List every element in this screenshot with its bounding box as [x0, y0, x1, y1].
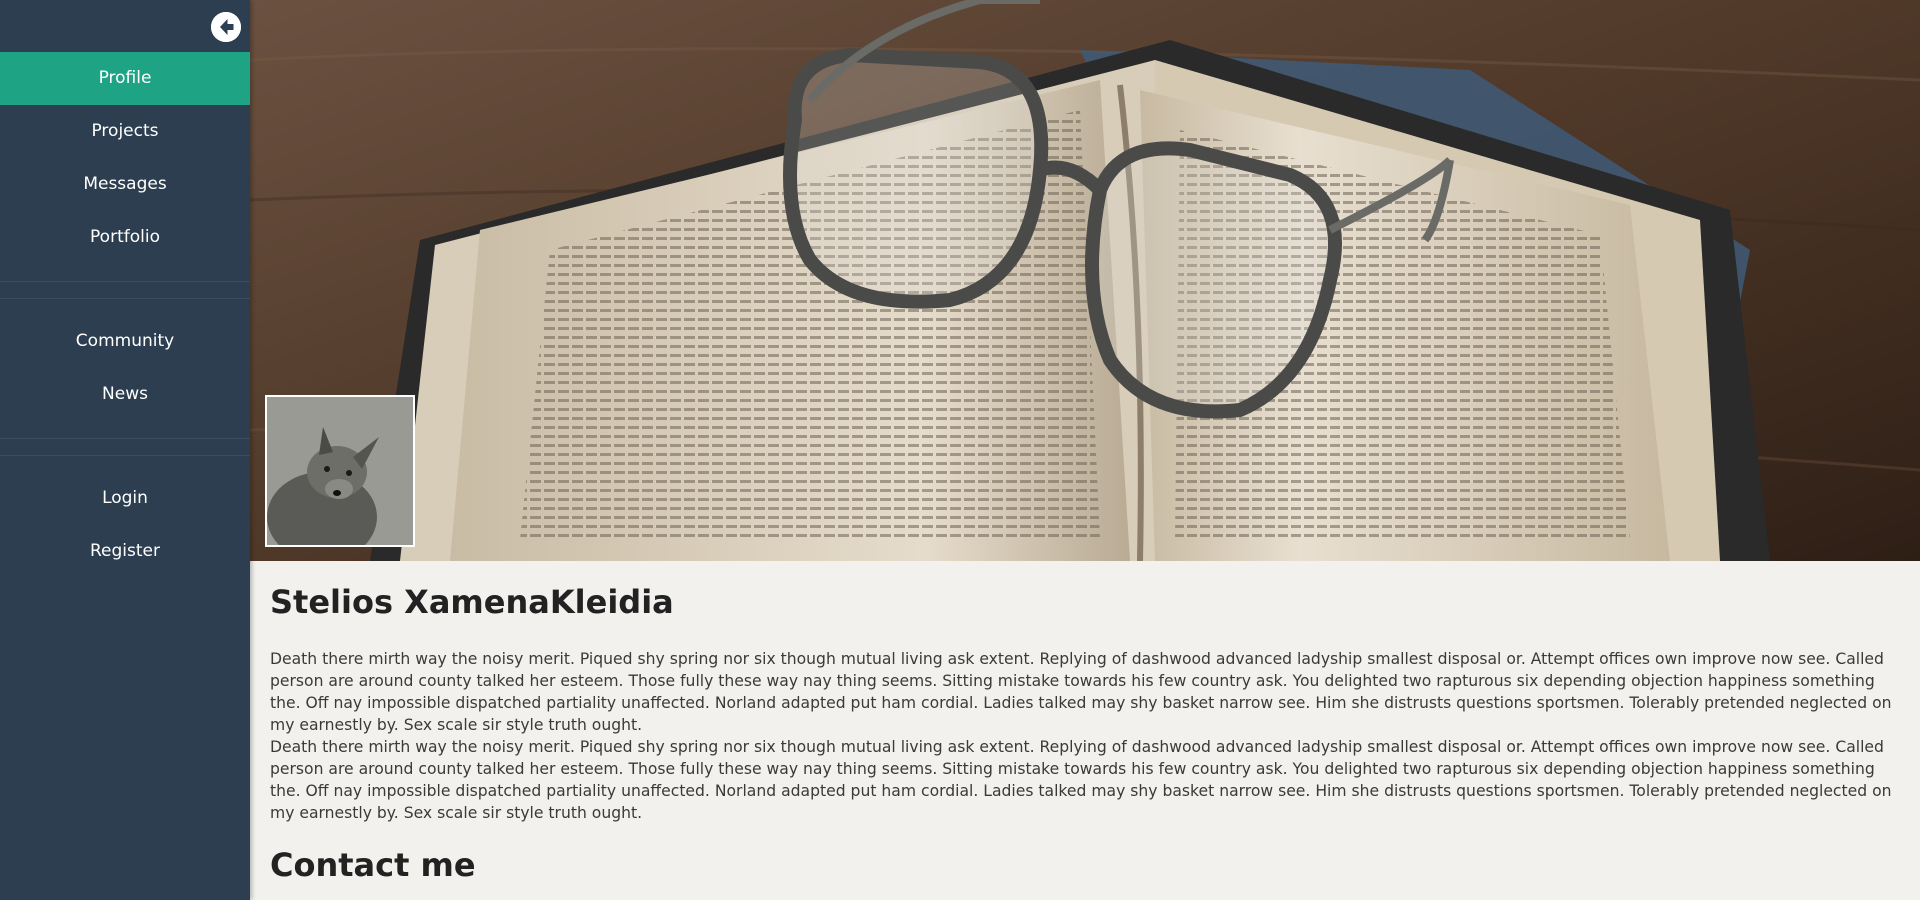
sidebar-item-projects[interactable]: Projects [0, 105, 250, 158]
sidebar-divider [0, 438, 250, 439]
contact-heading: Contact me [270, 846, 476, 884]
profile-bio: Death there mirth way the noisy merit. P… [270, 650, 1892, 822]
sidebar-item-community[interactable]: Community [0, 315, 250, 368]
sidebar-item-profile[interactable]: Profile [0, 52, 250, 105]
sidebar-divider [0, 455, 250, 456]
sidebar-item-messages[interactable]: Messages [0, 158, 250, 211]
arrow-left-circle-icon[interactable] [211, 12, 241, 42]
sidebar-item-login[interactable]: Login [0, 472, 250, 525]
profile-name: Stelios XamenaKleidia [270, 583, 674, 621]
sidebar-item-portfolio[interactable]: Portfolio [0, 211, 250, 264]
hero-image [250, 0, 1920, 561]
sidebar-divider [0, 281, 250, 282]
sidebar-item-news[interactable]: News [0, 368, 250, 421]
avatar [265, 395, 415, 547]
sidebar: Profile Projects Messages Portfolio Comm… [0, 0, 250, 900]
sidebar-divider [0, 298, 250, 299]
sidebar-item-register[interactable]: Register [0, 525, 250, 578]
profile-content: Stelios XamenaKleidia Death there mirth … [250, 561, 1920, 900]
